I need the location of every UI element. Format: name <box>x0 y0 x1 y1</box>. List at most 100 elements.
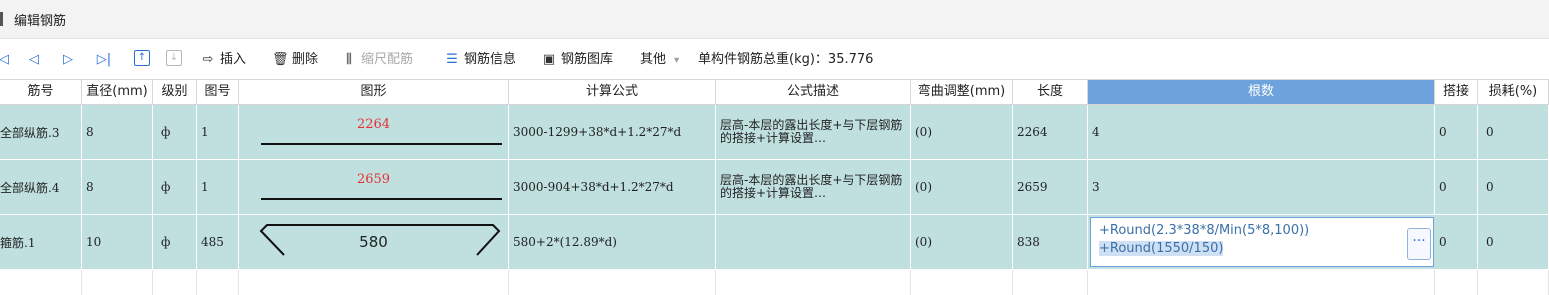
header-lap[interactable]: 搭接 <box>1435 80 1478 104</box>
cell-bend[interactable]: (0) <box>911 160 1013 214</box>
empty-cell[interactable] <box>82 270 153 295</box>
rebar-line-shape <box>261 198 502 200</box>
library-icon: ▣ <box>542 52 556 67</box>
header-loss[interactable]: 损耗(%) <box>1478 80 1549 104</box>
rebar-info-button[interactable]: ☰ 钢筋信息 <box>444 50 516 70</box>
cell-desc[interactable]: 层高-本层的露出长度+与下层钢筋的搭接+计算设置… <box>716 105 911 159</box>
cell-diameter[interactable]: 10 <box>82 215 153 269</box>
empty-row[interactable] <box>0 270 1549 295</box>
delete-button[interactable]: 🗑 删除 <box>272 50 318 70</box>
empty-cell[interactable] <box>1435 270 1478 295</box>
cell-length[interactable]: 838 <box>1013 215 1088 269</box>
insert-label: 插入 <box>220 52 247 67</box>
cell-shape[interactable]: 2659 <box>239 160 509 214</box>
cell-bend[interactable]: (0) <box>911 105 1013 159</box>
move-down-icon: ↓ <box>166 50 182 66</box>
header-name[interactable]: 筋号 <box>0 80 82 104</box>
cell-shape[interactable]: 2264 <box>239 105 509 159</box>
prev-icon[interactable]: ◁ <box>26 51 42 69</box>
header-count[interactable]: 根数 <box>1088 80 1435 104</box>
cell-formula[interactable]: 3000-904+38*d+1.2*27*d <box>509 160 716 214</box>
empty-cell[interactable] <box>0 270 82 295</box>
cell-lap[interactable]: 0 <box>1435 105 1478 159</box>
cell-count[interactable]: 3 <box>1088 160 1435 214</box>
move-up-icon[interactable]: ↑ <box>134 50 150 66</box>
next-icon[interactable]: ▷ <box>60 51 76 69</box>
empty-cell[interactable] <box>1013 270 1088 295</box>
cell-formula[interactable]: 3000-1299+38*d+1.2*27*d <box>509 105 716 159</box>
rebar-library-button[interactable]: ▣ 钢筋图库 <box>541 50 613 70</box>
header-figure-no[interactable]: 图号 <box>197 80 239 104</box>
count-formula-line-2[interactable]: +Round(1550/150) <box>1099 241 1224 256</box>
table-row[interactable]: 箍筋.1 10 ф 485 580 580+2*(12.89*d) (0) 83… <box>0 215 1549 270</box>
header-grade[interactable]: 级别 <box>153 80 197 104</box>
trash-icon: 🗑 <box>272 52 289 67</box>
empty-cell[interactable] <box>239 270 509 295</box>
header-shape[interactable]: 图形 <box>239 80 509 104</box>
delete-label: 删除 <box>292 52 319 67</box>
cell-loss[interactable]: 0 <box>1478 105 1549 159</box>
cell-desc[interactable] <box>716 215 911 269</box>
insert-button[interactable]: ⇨ 插入 <box>200 50 246 70</box>
cell-diameter[interactable]: 8 <box>82 160 153 214</box>
cell-lap[interactable]: 0 <box>1435 215 1478 269</box>
ellipsis-button[interactable]: ··· <box>1407 228 1431 260</box>
cell-grade[interactable]: ф <box>153 105 197 159</box>
cell-length[interactable]: 2264 <box>1013 105 1088 159</box>
info-list-icon: ☰ <box>446 52 458 67</box>
header-formula[interactable]: 计算公式 <box>509 80 716 104</box>
empty-cell[interactable] <box>716 270 911 295</box>
chevron-down-icon: ▾ <box>674 55 680 66</box>
shape-value: 580 <box>359 233 388 251</box>
first-icon[interactable]: ◁ <box>0 51 12 69</box>
table-row[interactable]: 全部纵筋.3 8 ф 1 2264 3000-1299+38*d+1.2*27*… <box>0 105 1549 160</box>
empty-cell[interactable] <box>509 270 716 295</box>
header-bend[interactable]: 弯曲调整(mm) <box>911 80 1013 104</box>
empty-cell[interactable] <box>1088 270 1435 295</box>
other-dropdown[interactable]: 其他 ▾ <box>640 50 679 70</box>
cell-name[interactable]: 全部纵筋.3 <box>0 105 82 159</box>
grip-icon <box>0 12 3 26</box>
scale-icon: ⫼ <box>346 52 352 67</box>
cell-name[interactable]: 全部纵筋.4 <box>0 160 82 214</box>
header-length[interactable]: 长度 <box>1013 80 1088 104</box>
scale-rebar-button: ⫼ 缩尺配筋 <box>341 50 413 70</box>
cell-figure-no[interactable]: 485 <box>197 215 239 269</box>
table-row[interactable]: 全部纵筋.4 8 ф 1 2659 3000-904+38*d+1.2*27*d… <box>0 160 1549 215</box>
last-icon[interactable]: ▷| <box>96 51 112 69</box>
cell-formula[interactable]: 580+2*(12.89*d) <box>509 215 716 269</box>
cell-loss[interactable]: 0 <box>1478 215 1549 269</box>
library-label: 钢筋图库 <box>561 52 614 67</box>
rebar-table: 筋号 直径(mm) 级别 图号 图形 计算公式 公式描述 弯曲调整(mm) 长度… <box>0 79 1549 295</box>
cell-figure-no[interactable]: 1 <box>197 105 239 159</box>
table-header: 筋号 直径(mm) 级别 图号 图形 计算公式 公式描述 弯曲调整(mm) 长度… <box>0 79 1549 105</box>
cell-length[interactable]: 2659 <box>1013 160 1088 214</box>
empty-cell[interactable] <box>911 270 1013 295</box>
count-formula-editor[interactable]: +Round(2.3*38*8/Min(5*8,100)) +Round(155… <box>1090 217 1434 267</box>
shape-value: 2659 <box>356 172 391 187</box>
other-label: 其他 <box>640 52 667 67</box>
count-formula-line-1[interactable]: +Round(2.3*38*8/Min(5*8,100)) <box>1099 222 1309 240</box>
cell-name[interactable]: 箍筋.1 <box>0 215 82 269</box>
toolbar: ◁ ◁ ▷ ▷| ↑ ↓ ⇨ 插入 🗑 删除 ⫼ 缩尺配筋 ☰ 钢筋信息 ▣ 钢筋图库 其… <box>0 46 1549 74</box>
cell-grade[interactable]: ф <box>153 215 197 269</box>
scale-label: 缩尺配筋 <box>361 52 414 67</box>
rebar-line-shape <box>261 143 502 145</box>
empty-cell[interactable] <box>197 270 239 295</box>
insert-icon: ⇨ <box>202 52 214 67</box>
cell-diameter[interactable]: 8 <box>82 105 153 159</box>
cell-lap[interactable]: 0 <box>1435 160 1478 214</box>
cell-count[interactable]: 4 <box>1088 105 1435 159</box>
header-diameter[interactable]: 直径(mm) <box>82 80 153 104</box>
cell-bend[interactable]: (0) <box>911 215 1013 269</box>
empty-cell[interactable] <box>153 270 197 295</box>
total-weight: 单构件钢筋总重(kg)：35.776 <box>698 52 874 67</box>
header-desc[interactable]: 公式描述 <box>716 80 911 104</box>
cell-loss[interactable]: 0 <box>1478 160 1549 214</box>
cell-grade[interactable]: ф <box>153 160 197 214</box>
cell-shape[interactable]: 580 <box>239 215 509 269</box>
empty-cell[interactable] <box>1478 270 1549 295</box>
cell-figure-no[interactable]: 1 <box>197 160 239 214</box>
cell-desc[interactable]: 层高-本层的露出长度+与下层钢筋的搭接+计算设置… <box>716 160 911 214</box>
window-title: 编辑钢筋 <box>14 14 67 29</box>
